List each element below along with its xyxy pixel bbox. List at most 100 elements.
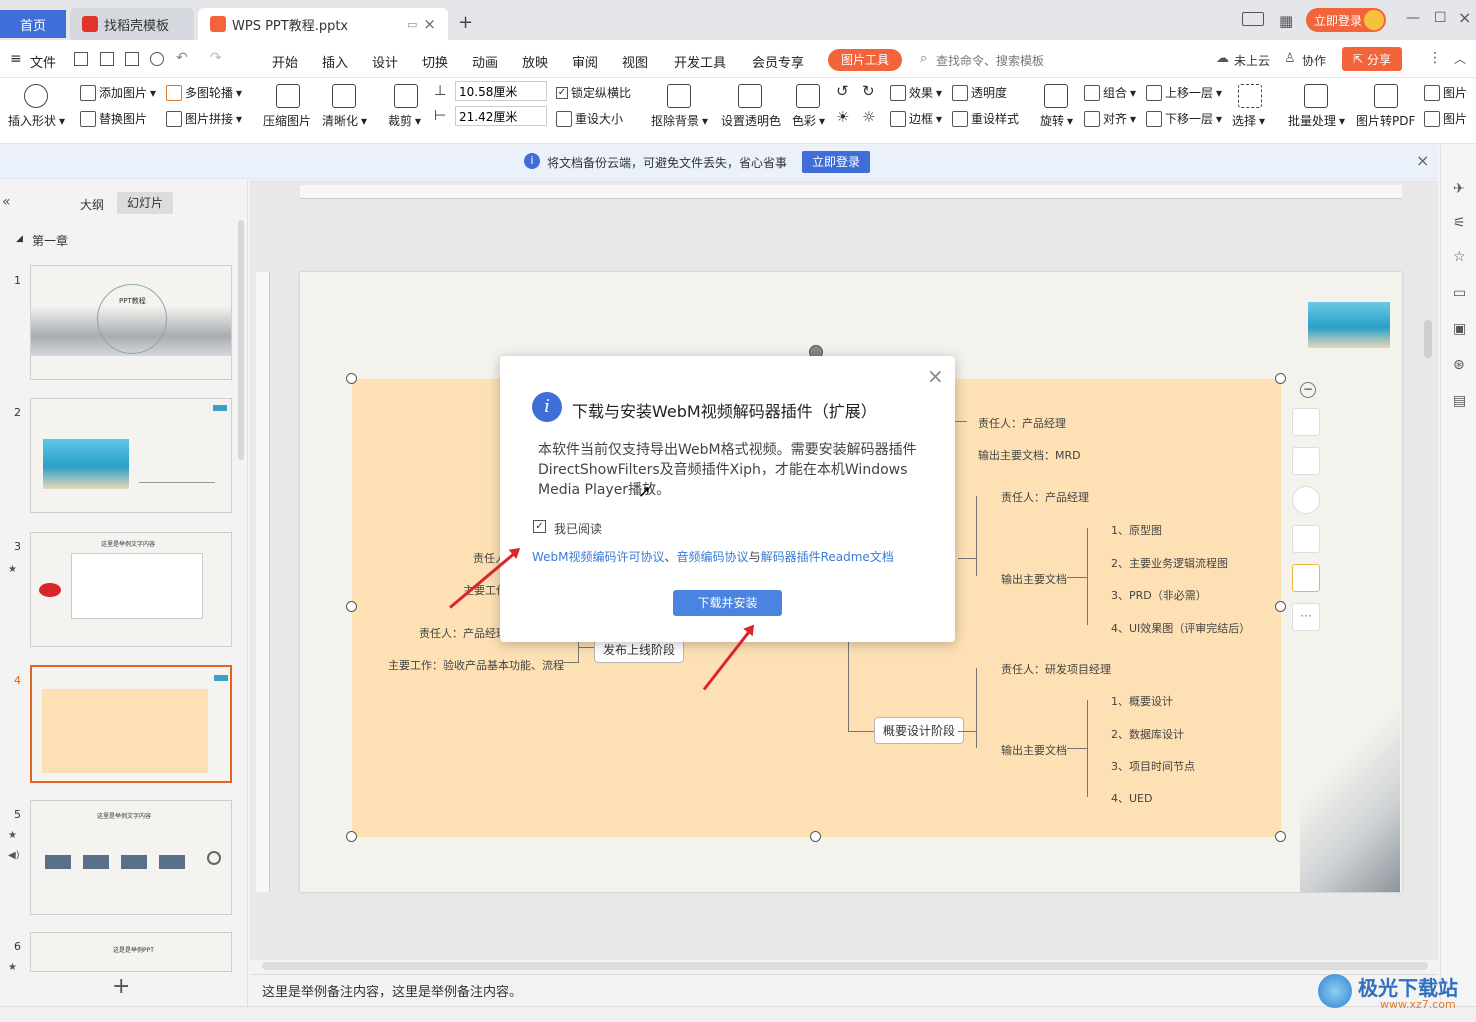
stitch-button[interactable]: 图片拼接 ▾: [166, 110, 242, 127]
brightness-down-icon[interactable]: ☼: [862, 108, 875, 126]
close-dialog-icon[interactable]: ×: [927, 364, 944, 388]
color-button[interactable]: 色彩 ▾: [792, 112, 825, 129]
crop-tool-icon[interactable]: [1292, 525, 1320, 553]
rotate-button[interactable]: 旋转 ▾: [1040, 112, 1073, 129]
print-icon[interactable]: [125, 52, 139, 66]
lightbulb-icon[interactable]: [1292, 564, 1320, 592]
resize-handle[interactable]: [1275, 831, 1286, 842]
tab-slides[interactable]: 幻灯片: [117, 192, 173, 214]
collab-button[interactable]: 协作: [1302, 52, 1326, 69]
reset-style-button[interactable]: 重设样式: [952, 110, 1019, 127]
send-backward-button[interactable]: 下移一层 ▾: [1146, 110, 1222, 127]
audio-license-link[interactable]: 音频编码协议: [677, 550, 749, 564]
picture-button-2[interactable]: 图片: [1424, 110, 1467, 127]
maximize-icon[interactable]: ☐: [1434, 10, 1447, 26]
menu-file[interactable]: 文件: [30, 52, 56, 71]
insert-shape-button[interactable]: 插入形状 ▾: [8, 112, 65, 129]
batch-button[interactable]: 批量处理 ▾: [1288, 112, 1345, 129]
transparency-button[interactable]: 透明度: [952, 84, 1007, 101]
add-slide-button[interactable]: +: [112, 974, 130, 999]
close-window-icon[interactable]: ×: [1458, 8, 1471, 27]
slide-thumbnail-4[interactable]: [30, 665, 232, 783]
brightness-up-icon[interactable]: ☀: [836, 108, 849, 126]
tab-home[interactable]: 首页: [0, 10, 66, 38]
layout-icon[interactable]: [1242, 12, 1264, 26]
layers-icon[interactable]: [1292, 447, 1320, 475]
resize-handle[interactable]: [346, 831, 357, 842]
collapse-panel-icon[interactable]: «: [2, 194, 11, 210]
section-collapse-icon[interactable]: ◢: [16, 234, 23, 244]
panel-scrollbar[interactable]: [238, 220, 244, 460]
redo-icon[interactable]: ↷: [210, 50, 222, 66]
comment-icon[interactable]: ▭: [1453, 285, 1466, 301]
resize-handle[interactable]: [1275, 601, 1286, 612]
section-title[interactable]: 第一章: [32, 232, 68, 249]
canvas-hscrollbar[interactable]: [262, 962, 1428, 970]
slide-thumbnail-2[interactable]: [30, 398, 232, 513]
tab-picture-tools[interactable]: 图片工具: [828, 49, 902, 71]
read-checkbox[interactable]: ✓: [533, 520, 546, 533]
resize-handle[interactable]: [810, 831, 821, 842]
menu-item-design[interactable]: 设计: [372, 52, 398, 71]
star-icon[interactable]: ☆: [1453, 249, 1466, 265]
webm-license-link[interactable]: WebM视频编码许可协议: [532, 550, 665, 564]
collapse-ribbon-icon[interactable]: ︿: [1454, 50, 1466, 67]
crop-button[interactable]: 裁剪 ▾: [388, 112, 421, 129]
cloud-status[interactable]: 未上云: [1234, 52, 1270, 69]
readme-link[interactable]: 解码器插件Readme文档: [761, 550, 894, 564]
hamburger-icon[interactable]: ≡: [10, 51, 22, 67]
export-icon[interactable]: [100, 52, 114, 66]
menu-item-review[interactable]: 审阅: [572, 52, 598, 71]
zoom-out-icon[interactable]: −: [1300, 382, 1316, 398]
effect-button[interactable]: 效果 ▾: [890, 84, 942, 101]
more-icon[interactable]: ⋮: [1428, 50, 1442, 66]
lock-ratio-checkbox[interactable]: ✓ 锁定纵横比: [556, 84, 631, 101]
tab-outline[interactable]: 大纲: [80, 196, 104, 213]
book-icon[interactable]: ▤: [1453, 393, 1466, 409]
menu-item-devtools[interactable]: 开发工具: [674, 52, 726, 71]
slide-thumbnail-1[interactable]: PPT教程: [30, 265, 232, 380]
group-button[interactable]: 组合 ▾: [1084, 84, 1136, 101]
resize-handle[interactable]: [1275, 373, 1286, 384]
height-input[interactable]: [455, 81, 547, 101]
rocket-icon[interactable]: ✈: [1453, 181, 1465, 197]
close-infobar-icon[interactable]: ×: [1416, 151, 1429, 170]
compass-icon[interactable]: ⊛: [1453, 357, 1465, 373]
image-tool-icon[interactable]: ▣: [1453, 321, 1466, 337]
menu-item-slideshow[interactable]: 放映: [522, 52, 548, 71]
infobar-login-button[interactable]: 立即登录: [802, 151, 870, 173]
login-button[interactable]: 立即登录: [1306, 8, 1386, 32]
add-picture-button[interactable]: 添加图片 ▾: [80, 84, 156, 101]
settings-sliders-icon[interactable]: ⚟: [1453, 215, 1466, 231]
close-tab-icon[interactable]: ×: [423, 15, 436, 33]
bring-forward-button[interactable]: 上移一层 ▾: [1146, 84, 1222, 101]
tab-find-template[interactable]: 找稻壳模板: [70, 8, 194, 40]
compress-button[interactable]: 压缩图片: [263, 112, 311, 129]
preview-icon[interactable]: [150, 52, 164, 66]
carousel-button[interactable]: 多图轮播 ▾: [166, 84, 242, 101]
grid-icon[interactable]: ▦: [1279, 12, 1293, 30]
rotate-right-icon[interactable]: ↻: [862, 82, 875, 100]
menu-item-transition[interactable]: 切换: [422, 52, 448, 71]
minimize-icon[interactable]: —: [1406, 10, 1420, 26]
share-button[interactable]: ⇱ 分享: [1342, 47, 1402, 71]
resize-handle[interactable]: [346, 601, 357, 612]
save-icon[interactable]: [74, 52, 88, 66]
picture-button-1[interactable]: 图片: [1424, 84, 1467, 101]
more-options-icon[interactable]: ···: [1292, 603, 1320, 631]
menu-item-view[interactable]: 视图: [622, 52, 648, 71]
slide-thumbnail-6[interactable]: 这是是举例PPT: [30, 932, 232, 972]
magnify-icon[interactable]: [1292, 486, 1320, 514]
align-button[interactable]: 对齐 ▾: [1084, 110, 1136, 127]
notes-text[interactable]: 这里是举例备注内容，这里是举例备注内容。: [262, 981, 522, 1000]
rotate-left-icon[interactable]: ↺: [836, 82, 849, 100]
select-button[interactable]: 选择 ▾: [1232, 112, 1265, 129]
resize-handle[interactable]: [346, 373, 357, 384]
width-input[interactable]: [455, 106, 547, 126]
replace-picture-button[interactable]: 替换图片: [80, 110, 147, 127]
command-search[interactable]: 查找命令、搜索模板: [936, 52, 1044, 69]
slide-thumbnail-3[interactable]: 这里是举例文字内容: [30, 532, 232, 647]
menu-item-insert[interactable]: 插入: [322, 52, 348, 71]
canvas-vscrollbar[interactable]: [1424, 320, 1432, 358]
menu-item-start[interactable]: 开始: [272, 52, 298, 71]
